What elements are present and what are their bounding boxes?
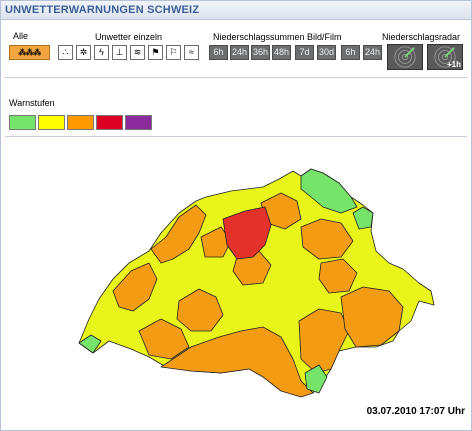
niederschlagssummen-label: Niederschlagssummen Bild/Film bbox=[213, 32, 342, 42]
frost-button[interactable]: ⊥ bbox=[112, 45, 127, 60]
radar-forecast-button[interactable]: +1h bbox=[427, 44, 463, 70]
page-title: UNWETTERWARNUNGEN SCHWEIZ bbox=[5, 4, 200, 16]
title-bar: UNWETTERWARNUNGEN SCHWEIZ bbox=[1, 1, 471, 20]
all-hazards-icon: ⁂⁂⁂ bbox=[18, 48, 41, 57]
unwetter-einzeln-label: Unwetter einzeln bbox=[95, 32, 163, 42]
warnstufe-4-swatch bbox=[96, 115, 123, 130]
radar-current-button[interactable] bbox=[387, 44, 423, 70]
snow-button[interactable]: ✲ bbox=[76, 45, 91, 60]
radar-plus-label: +1h bbox=[446, 60, 461, 69]
warnstufen-label: Warnstufen bbox=[9, 98, 55, 108]
wind-icon: ⚑ bbox=[151, 47, 160, 57]
warnstufe-3-swatch bbox=[67, 115, 94, 130]
film-24h-button[interactable]: 24h bbox=[363, 45, 382, 60]
flood-button[interactable]: ≈ bbox=[184, 45, 199, 60]
timestamp: 03.07.2010 17:07 Uhr bbox=[366, 406, 465, 417]
switzerland-warning-map[interactable] bbox=[1, 141, 472, 411]
snow-icon: ✲ bbox=[79, 47, 88, 57]
slippery-road-button[interactable]: ≋ bbox=[130, 45, 145, 60]
divider bbox=[5, 77, 467, 78]
frost-icon: ⊥ bbox=[115, 47, 124, 57]
duration-6h-button[interactable]: 6h bbox=[209, 45, 228, 60]
forest-fire-icon: ⚐ bbox=[169, 47, 178, 57]
divider bbox=[5, 136, 467, 137]
radar-icon bbox=[388, 45, 422, 69]
alle-label: Alle bbox=[13, 31, 29, 41]
wind-button[interactable]: ⚑ bbox=[148, 45, 163, 60]
warnstufe-2-swatch bbox=[38, 115, 65, 130]
all-hazards-button[interactable]: ⁂⁂⁂ bbox=[9, 45, 50, 60]
duration-48h-button[interactable]: 48h bbox=[272, 45, 291, 60]
duration-30d-button[interactable]: 30d bbox=[317, 45, 336, 60]
warnstufe-5-swatch bbox=[125, 115, 152, 130]
thunderstorm-button[interactable]: ϟ bbox=[94, 45, 109, 60]
warnstufe-1-swatch bbox=[9, 115, 36, 130]
duration-7d-button[interactable]: 7d bbox=[295, 45, 314, 60]
duration-24h-button[interactable]: 24h bbox=[230, 45, 249, 60]
film-6h-button[interactable]: 6h bbox=[341, 45, 360, 60]
forest-fire-button[interactable]: ⚐ bbox=[166, 45, 181, 60]
thunderstorm-icon: ϟ bbox=[99, 47, 104, 57]
flood-icon: ≈ bbox=[189, 47, 194, 57]
duration-36h-button[interactable]: 36h bbox=[251, 45, 270, 60]
map-region-ticino[interactable] bbox=[298, 308, 350, 374]
rain-button[interactable]: ∴ bbox=[58, 45, 73, 60]
slippery-road-icon: ≋ bbox=[133, 47, 142, 57]
warning-panel: UNWETTERWARNUNGEN SCHWEIZ Alle Unwetter … bbox=[0, 0, 472, 431]
rain-icon: ∴ bbox=[62, 47, 69, 57]
niederschlagsradar-label: Niederschlagsradar bbox=[382, 32, 461, 42]
